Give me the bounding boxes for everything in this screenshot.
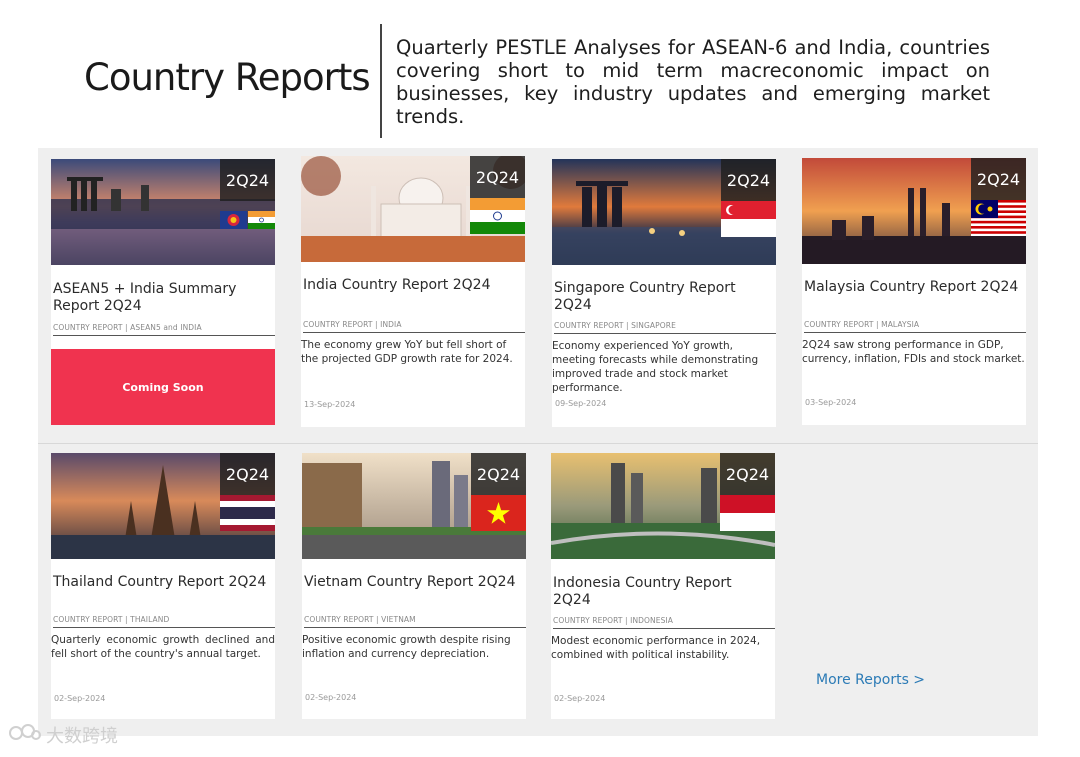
card-date: 09-Sep-2024	[555, 399, 607, 408]
report-card-asean5-india[interactable]: 2Q24 ASEAN5 + India Summary Report 2Q24 …	[51, 159, 275, 425]
watermark: 大数跨境	[8, 722, 118, 748]
card-title[interactable]: India Country Report 2Q24	[303, 277, 523, 294]
report-thumbnail[interactable]: 2Q24	[552, 159, 776, 265]
card-summary: The economy grew YoY but fell short of t…	[301, 339, 513, 365]
card-category: COUNTRY REPORT | MALAYSIA	[804, 320, 1026, 333]
report-card-singapore[interactable]: 2Q24 Singapore Country Report 2Q24 COUNT…	[552, 159, 776, 427]
report-thumbnail[interactable]: 2Q24	[51, 453, 275, 559]
card-title[interactable]: Thailand Country Report 2Q24	[53, 574, 273, 591]
report-thumbnail[interactable]: 2Q24	[302, 453, 526, 559]
card-date: 02-Sep-2024	[305, 693, 357, 702]
header-divider	[380, 24, 382, 138]
report-card-vietnam[interactable]: 2Q24 Vietnam Country Report 2Q24 COUNTRY…	[302, 453, 526, 719]
card-category: COUNTRY REPORT | INDIA	[303, 320, 525, 333]
card-title[interactable]: ASEAN5 + India Summary Report 2Q24	[53, 281, 273, 315]
coming-soon-button[interactable]: Coming Soon	[51, 349, 275, 425]
quarter-badge: 2Q24	[471, 453, 526, 495]
quarter-badge: 2Q24	[220, 453, 275, 495]
card-summary: Modest economic performance in 2024, com…	[551, 635, 761, 661]
vietnam-flag	[471, 495, 526, 531]
card-date: 02-Sep-2024	[554, 694, 606, 703]
report-thumbnail[interactable]: 2Q24	[802, 158, 1026, 264]
card-date: 02-Sep-2024	[54, 694, 106, 703]
quarter-badge: 2Q24	[470, 156, 525, 198]
card-category: COUNTRY REPORT | SINGAPORE	[554, 321, 776, 334]
card-summary: Quarterly economic growth declined and f…	[51, 634, 275, 660]
report-card-malaysia[interactable]: 2Q24 Malaysia Country Report 2Q24 COUNTR…	[802, 158, 1026, 425]
quarter-badge: 2Q24	[220, 159, 275, 201]
card-category: COUNTRY REPORT | THAILAND	[53, 615, 275, 628]
card-title[interactable]: Malaysia Country Report 2Q24	[804, 279, 1024, 296]
report-thumbnail[interactable]: 2Q24	[301, 156, 525, 262]
report-thumbnail[interactable]: 2Q24	[551, 453, 775, 559]
asean-flag	[220, 211, 247, 229]
page-title: Country Reports	[84, 56, 371, 99]
more-reports-link[interactable]: More Reports >	[816, 672, 925, 688]
card-title[interactable]: Singapore Country Report 2Q24	[554, 280, 774, 314]
card-title[interactable]: Vietnam Country Report 2Q24	[304, 574, 524, 591]
watermark-logo-icon	[8, 723, 42, 748]
indonesia-flag	[720, 495, 775, 531]
quarter-badge: 2Q24	[971, 158, 1026, 200]
report-thumbnail[interactable]: 2Q24	[51, 159, 275, 265]
card-date: 03-Sep-2024	[805, 398, 857, 407]
flag-group	[220, 201, 275, 237]
report-card-india[interactable]: 2Q24 India Country Report 2Q24 COUNTRY R…	[301, 156, 525, 427]
card-summary: 2Q24 saw strong performance in GDP, curr…	[802, 339, 1025, 365]
report-card-thailand[interactable]: 2Q24 Thailand Country Report 2Q24 COUNTR…	[51, 453, 275, 719]
quarter-badge: 2Q24	[721, 159, 776, 201]
report-card-indonesia[interactable]: 2Q24 Indonesia Country Report 2Q24 COUNT…	[551, 453, 775, 719]
row-divider	[38, 443, 1038, 444]
quarter-badge: 2Q24	[720, 453, 775, 495]
malaysia-flag	[971, 200, 1026, 236]
watermark-text: 大数跨境	[46, 726, 118, 747]
card-title[interactable]: Indonesia Country Report 2Q24	[553, 575, 773, 609]
india-flag	[248, 211, 275, 229]
card-category: COUNTRY REPORT | VIETNAM	[304, 615, 526, 628]
card-category: COUNTRY REPORT | INDONESIA	[553, 616, 775, 629]
singapore-flag	[721, 201, 776, 237]
card-summary: Positive economic growth despite rising …	[302, 634, 511, 660]
card-summary: Economy experienced YoY growth, meeting …	[552, 340, 759, 394]
india-flag	[470, 198, 525, 234]
thailand-flag	[220, 495, 275, 531]
card-category: COUNTRY REPORT | ASEAN5 and INDIA	[53, 323, 275, 336]
header-description: Quarterly PESTLE Analyses for ASEAN-6 an…	[396, 36, 990, 128]
card-date: 13-Sep-2024	[304, 400, 356, 409]
